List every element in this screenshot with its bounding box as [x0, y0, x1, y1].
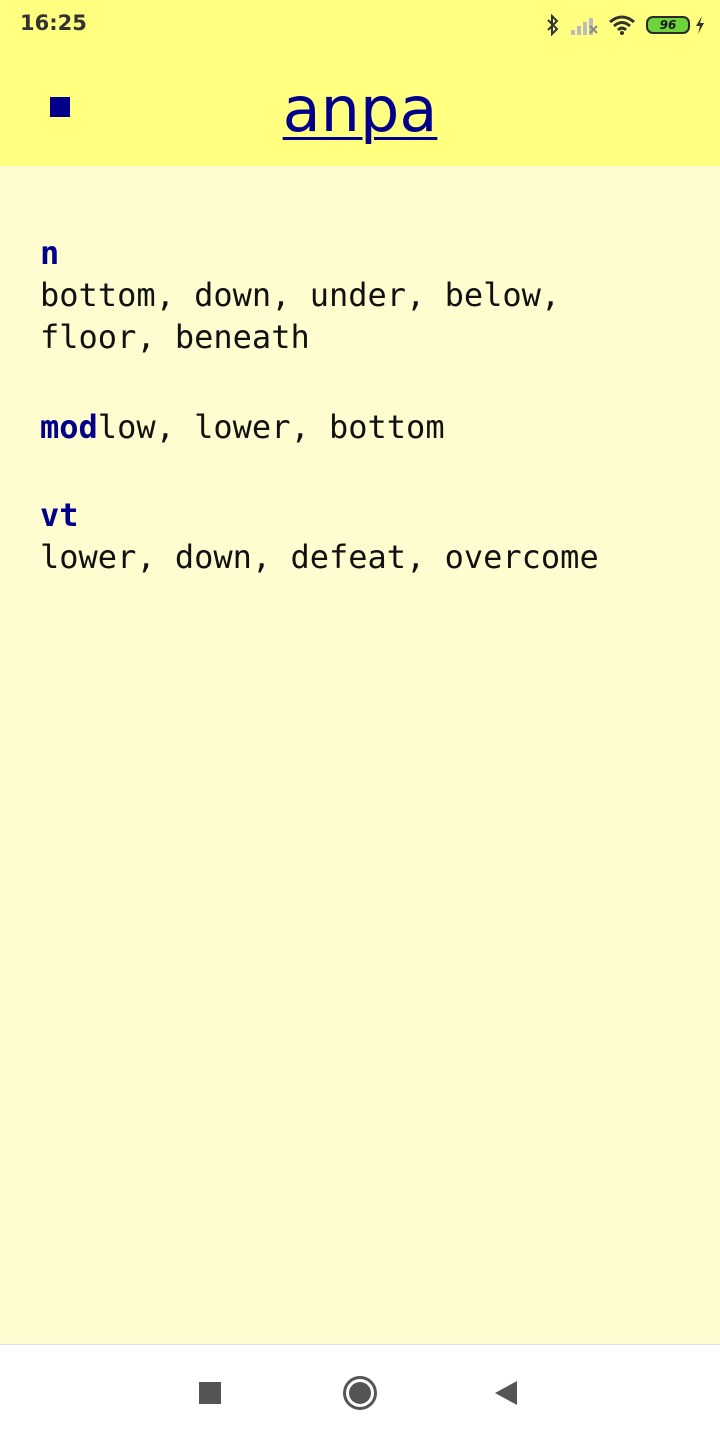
part-of-speech: n — [40, 234, 60, 272]
wifi-icon — [608, 14, 636, 36]
battery-level: 96 — [646, 16, 690, 34]
entry-modifier: modlow, lower, bottom — [40, 406, 690, 448]
status-time: 16:25 — [20, 11, 87, 35]
status-bar: 16:25 96 — [0, 0, 720, 50]
definition-text: bottom, down, under, below, floor, benea… — [40, 276, 561, 356]
recents-square-icon[interactable] — [190, 1373, 230, 1413]
home-circle-icon[interactable] — [340, 1373, 380, 1413]
navigation-bar — [0, 1344, 720, 1441]
part-of-speech: mod — [40, 408, 98, 446]
entry-transitive-verb: vt lower, down, defeat, overcome — [40, 494, 690, 578]
page-title[interactable]: anpa — [0, 70, 720, 150]
status-icons: 96 — [536, 11, 706, 39]
charging-icon — [694, 15, 706, 35]
signal-icon — [570, 14, 598, 36]
back-triangle-icon[interactable] — [486, 1373, 526, 1413]
part-of-speech: vt — [40, 496, 79, 534]
entry-noun: n bottom, down, under, below, floor, ben… — [40, 232, 690, 358]
app-bar: anpa — [0, 50, 720, 166]
bluetooth-icon — [546, 14, 560, 36]
definition-text: low, lower, bottom — [97, 408, 445, 446]
battery-icon: 96 — [646, 16, 690, 34]
definition-text: lower, down, defeat, overcome — [40, 538, 599, 576]
definition-list: n bottom, down, under, below, floor, ben… — [40, 166, 690, 578]
